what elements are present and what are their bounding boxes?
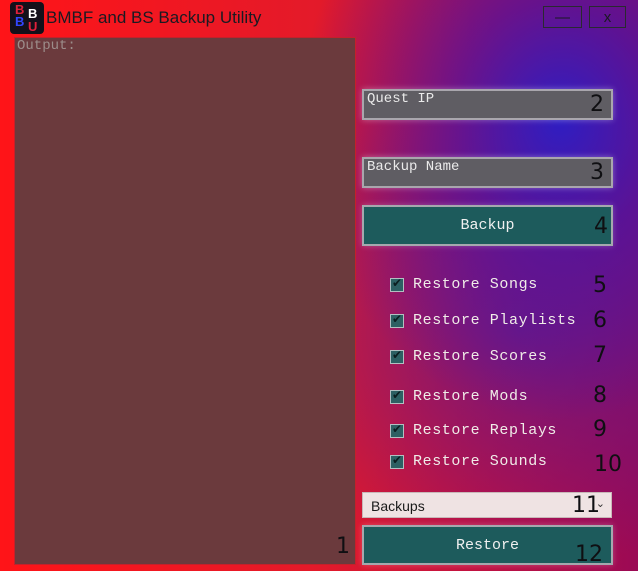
close-icon: x [603, 8, 612, 26]
restore-songs-label: Restore Songs [413, 276, 538, 293]
output-textarea[interactable]: Output: 1 [14, 37, 356, 565]
restore-mods-checkbox[interactable]: Restore Mods [390, 388, 528, 405]
checkbox-check-icon[interactable] [390, 348, 404, 364]
checkbox-check-icon[interactable] [390, 388, 404, 404]
restore-button-label: Restore [455, 536, 519, 554]
backup-name-input[interactable]: Backup Name 3 [362, 157, 613, 188]
logo-letter: U [28, 19, 38, 34]
backup-button-label: Backup [460, 217, 515, 234]
checkbox-check-icon[interactable] [390, 422, 404, 438]
checkbox-check-icon[interactable] [390, 276, 404, 292]
restore-sounds-checkbox[interactable]: Restore Sounds [390, 453, 547, 470]
restore-playlists-checkbox[interactable]: Restore Playlists [390, 312, 576, 329]
checkbox-check-icon[interactable] [390, 312, 404, 328]
close-button[interactable]: x [589, 6, 626, 28]
restore-mods-label: Restore Mods [413, 388, 529, 405]
backup-name-number: 3 [590, 160, 604, 185]
restore-sounds-label: Restore Sounds [413, 453, 548, 470]
backups-select-value: Backups [371, 498, 425, 514]
restore-scores-label: Restore Scores [413, 348, 548, 365]
quest-ip-number: 2 [590, 92, 604, 117]
backups-select[interactable]: Backups ⌄ 11 [362, 492, 612, 518]
restore-replays-number: 9 [593, 417, 607, 442]
minimize-button[interactable]: — [543, 6, 582, 28]
quest-ip-placeholder: Quest IP [367, 91, 435, 107]
restore-songs-number: 5 [593, 273, 607, 298]
app-logo-icon: B B B U [10, 2, 44, 34]
restore-button[interactable]: Restore 12 [362, 525, 613, 567]
restore-replays-checkbox[interactable]: Restore Replays [390, 422, 557, 439]
restore-scores-number: 7 [593, 343, 607, 368]
restore-sounds-number: 10 [594, 452, 622, 477]
output-label: Output: [17, 38, 76, 54]
quest-ip-input[interactable]: Quest IP 2 [362, 89, 613, 120]
minimize-icon: — [555, 8, 570, 26]
restore-playlists-number: 6 [593, 308, 607, 333]
logo-letter: B [15, 14, 25, 29]
backups-select-number: 11 [572, 493, 600, 518]
restore-playlists-label: Restore Playlists [413, 312, 577, 329]
restore-songs-checkbox[interactable]: Restore Songs [390, 276, 538, 293]
restore-replays-label: Restore Replays [413, 422, 558, 439]
window-title: BMBF and BS Backup Utility [46, 8, 262, 27]
checkbox-check-icon[interactable] [390, 453, 404, 469]
restore-button-number: 12 [575, 542, 603, 567]
restore-mods-number: 8 [593, 383, 607, 408]
backup-name-placeholder: Backup Name [367, 159, 460, 175]
output-number: 1 [336, 534, 350, 559]
backup-button[interactable]: Backup 4 [362, 205, 613, 246]
backup-button-number: 4 [594, 214, 608, 239]
restore-scores-checkbox[interactable]: Restore Scores [390, 348, 547, 365]
